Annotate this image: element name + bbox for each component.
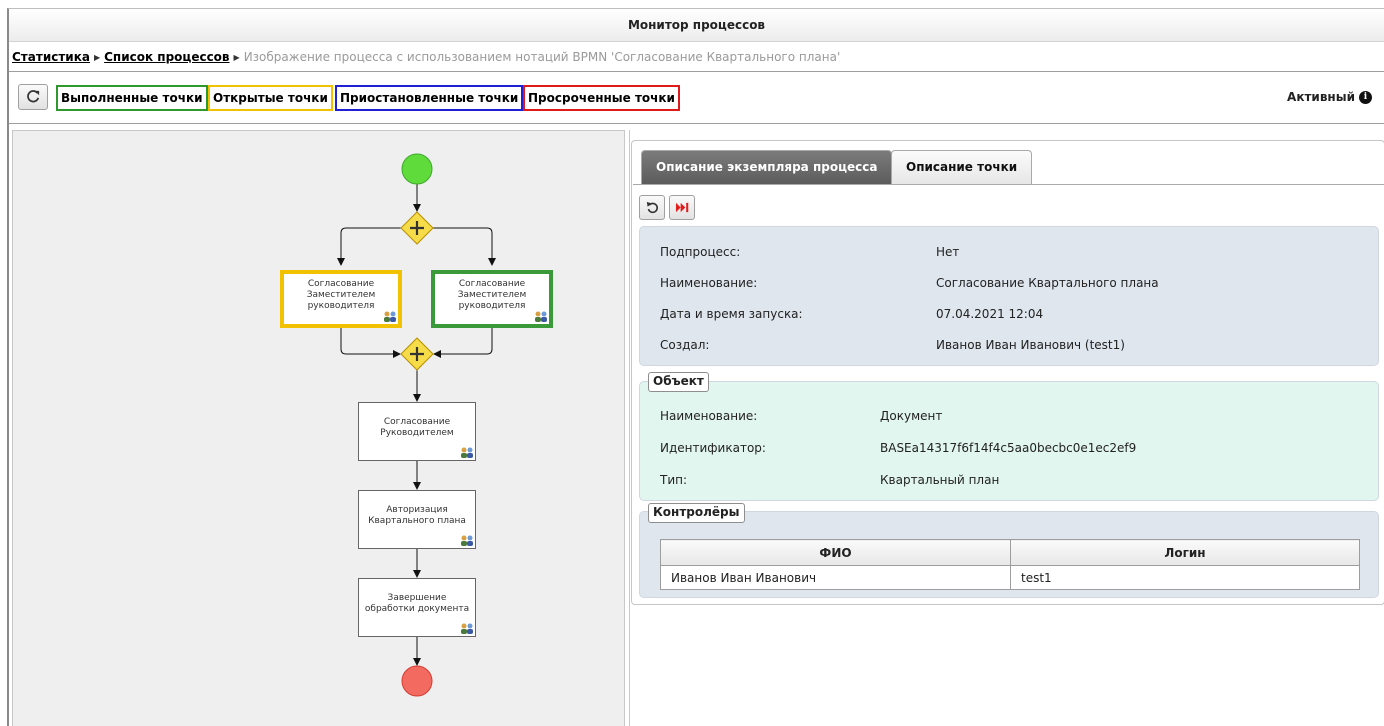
divider	[9, 123, 1384, 124]
user-group-icon	[461, 535, 473, 546]
user-group-icon	[384, 311, 396, 322]
undo-icon	[646, 201, 658, 214]
tab-point-description[interactable]: Описание точки	[891, 150, 1033, 185]
breadcrumb-statistics-link[interactable]: Статистика	[12, 50, 90, 64]
task-label: Завершение обработки документа	[364, 592, 470, 614]
info-icon[interactable]: i	[1359, 90, 1372, 104]
status-indicator: Активный i	[1287, 90, 1372, 104]
user-group-icon	[535, 311, 547, 322]
chevron-right-icon: ▶	[93, 53, 101, 62]
bpmn-task-deputy-approval-open[interactable]: Согласование Заместителем руководителя	[280, 270, 402, 328]
name-value: Согласование Квартального плана	[936, 276, 1159, 290]
table-row[interactable]: Иванов Иван Иванович test1	[660, 565, 1360, 590]
skip-forward-button[interactable]	[669, 195, 695, 220]
undo-button[interactable]	[639, 195, 665, 220]
breadcrumb-current: Изображение процесса с использованием но…	[243, 50, 841, 64]
created-by-label: Создал:	[660, 338, 710, 352]
bpmn-task-manager-approval[interactable]: Согласование Руководителем	[358, 402, 476, 461]
status-label: Активный	[1287, 90, 1355, 104]
breadcrumb: Статистика ▶ Список процессов ▶ Изображение …	[12, 46, 840, 68]
refresh-icon	[27, 90, 40, 103]
object-section-title: Объект	[648, 372, 709, 392]
legend-completed-points[interactable]: Выполненные точки	[56, 85, 208, 111]
window-title: Монитор процессов	[9, 9, 1384, 42]
details-box: Описание экземпляра процесса Описание то…	[631, 140, 1384, 605]
object-type-value: Квартальный план	[880, 473, 1000, 487]
object-name-label: Наименование:	[660, 409, 758, 423]
bpmn-diagram-panel: Согласование Заместителем руководителя С…	[12, 130, 625, 726]
bpmn-task-document-completion[interactable]: Завершение обработки документа	[358, 578, 476, 637]
user-group-icon	[461, 447, 473, 458]
start-event[interactable]	[401, 153, 433, 185]
bpmn-task-deputy-approval-done[interactable]: Согласование Заместителем руководителя	[431, 270, 553, 328]
object-id-value: BASEa14317f6f14f4c5aa0becbc0e1ec2ef9	[880, 441, 1137, 455]
name-label: Наименование:	[660, 276, 758, 290]
object-id-label: Идентификатор:	[660, 441, 766, 455]
table-cell-fio: Иванов Иван Иванович	[660, 565, 1011, 590]
parallel-gateway-join[interactable]	[400, 337, 434, 371]
details-panel: Описание экземпляра процесса Описание то…	[629, 130, 1384, 726]
fast-forward-icon	[675, 202, 688, 213]
refresh-button[interactable]	[18, 84, 48, 110]
legend-open-points[interactable]: Открытые точки	[208, 85, 333, 111]
legend-suspended-points[interactable]: Приостановленные точки	[335, 85, 524, 111]
divider	[9, 71, 1384, 72]
tab-process-instance[interactable]: Описание экземпляра процесса	[641, 150, 893, 185]
parallel-gateway-split[interactable]	[400, 211, 434, 245]
legend-overdue-points[interactable]: Просроченные точки	[523, 85, 680, 111]
process-info-section: Подпроцесс: Нет Наименование: Согласован…	[639, 226, 1379, 366]
toolbar: Выполненные точки Открытые точки Приоста…	[9, 81, 1384, 115]
end-event[interactable]	[401, 665, 433, 697]
chevron-right-icon: ▶	[233, 53, 240, 62]
created-by-value: Иванов Иван Иванович (test1)	[936, 338, 1125, 352]
subprocess-label: Подпроцесс:	[660, 245, 741, 259]
object-type-label: Тип:	[660, 473, 688, 487]
column-header-fio[interactable]: ФИО	[660, 539, 1011, 566]
divider	[633, 184, 1384, 185]
bpmn-diagram	[337, 153, 496, 697]
controllers-section-title: Контролёры	[648, 503, 745, 523]
task-label: Согласование Заместителем руководителя	[306, 278, 376, 311]
subprocess-value: Нет	[936, 245, 960, 259]
object-section: Наименование: Документ Идентификатор: BA…	[639, 381, 1379, 501]
start-datetime-value: 07.04.2021 12:04	[936, 307, 1044, 321]
breadcrumb-process-list-link[interactable]: Список процессов	[104, 50, 229, 64]
controllers-table: ФИО Логин Иванов Иван Иванович test1	[660, 539, 1360, 590]
task-label: Авторизация Квартального плана	[368, 504, 466, 526]
controllers-section: ФИО Логин Иванов Иван Иванович test1	[639, 511, 1379, 598]
start-datetime-label: Дата и время запуска:	[660, 307, 803, 321]
task-label: Согласование Руководителем	[380, 416, 454, 438]
object-name-value: Документ	[880, 409, 943, 423]
user-group-icon	[461, 623, 473, 634]
column-header-login[interactable]: Логин	[1010, 539, 1360, 566]
task-label: Согласование Заместителем руководителя	[457, 278, 527, 311]
app-window: Монитор процессов Статистика ▶ Список проц…	[7, 8, 1384, 726]
bpmn-task-plan-authorization[interactable]: Авторизация Квартального плана	[358, 490, 476, 549]
table-cell-login: test1	[1010, 565, 1360, 590]
